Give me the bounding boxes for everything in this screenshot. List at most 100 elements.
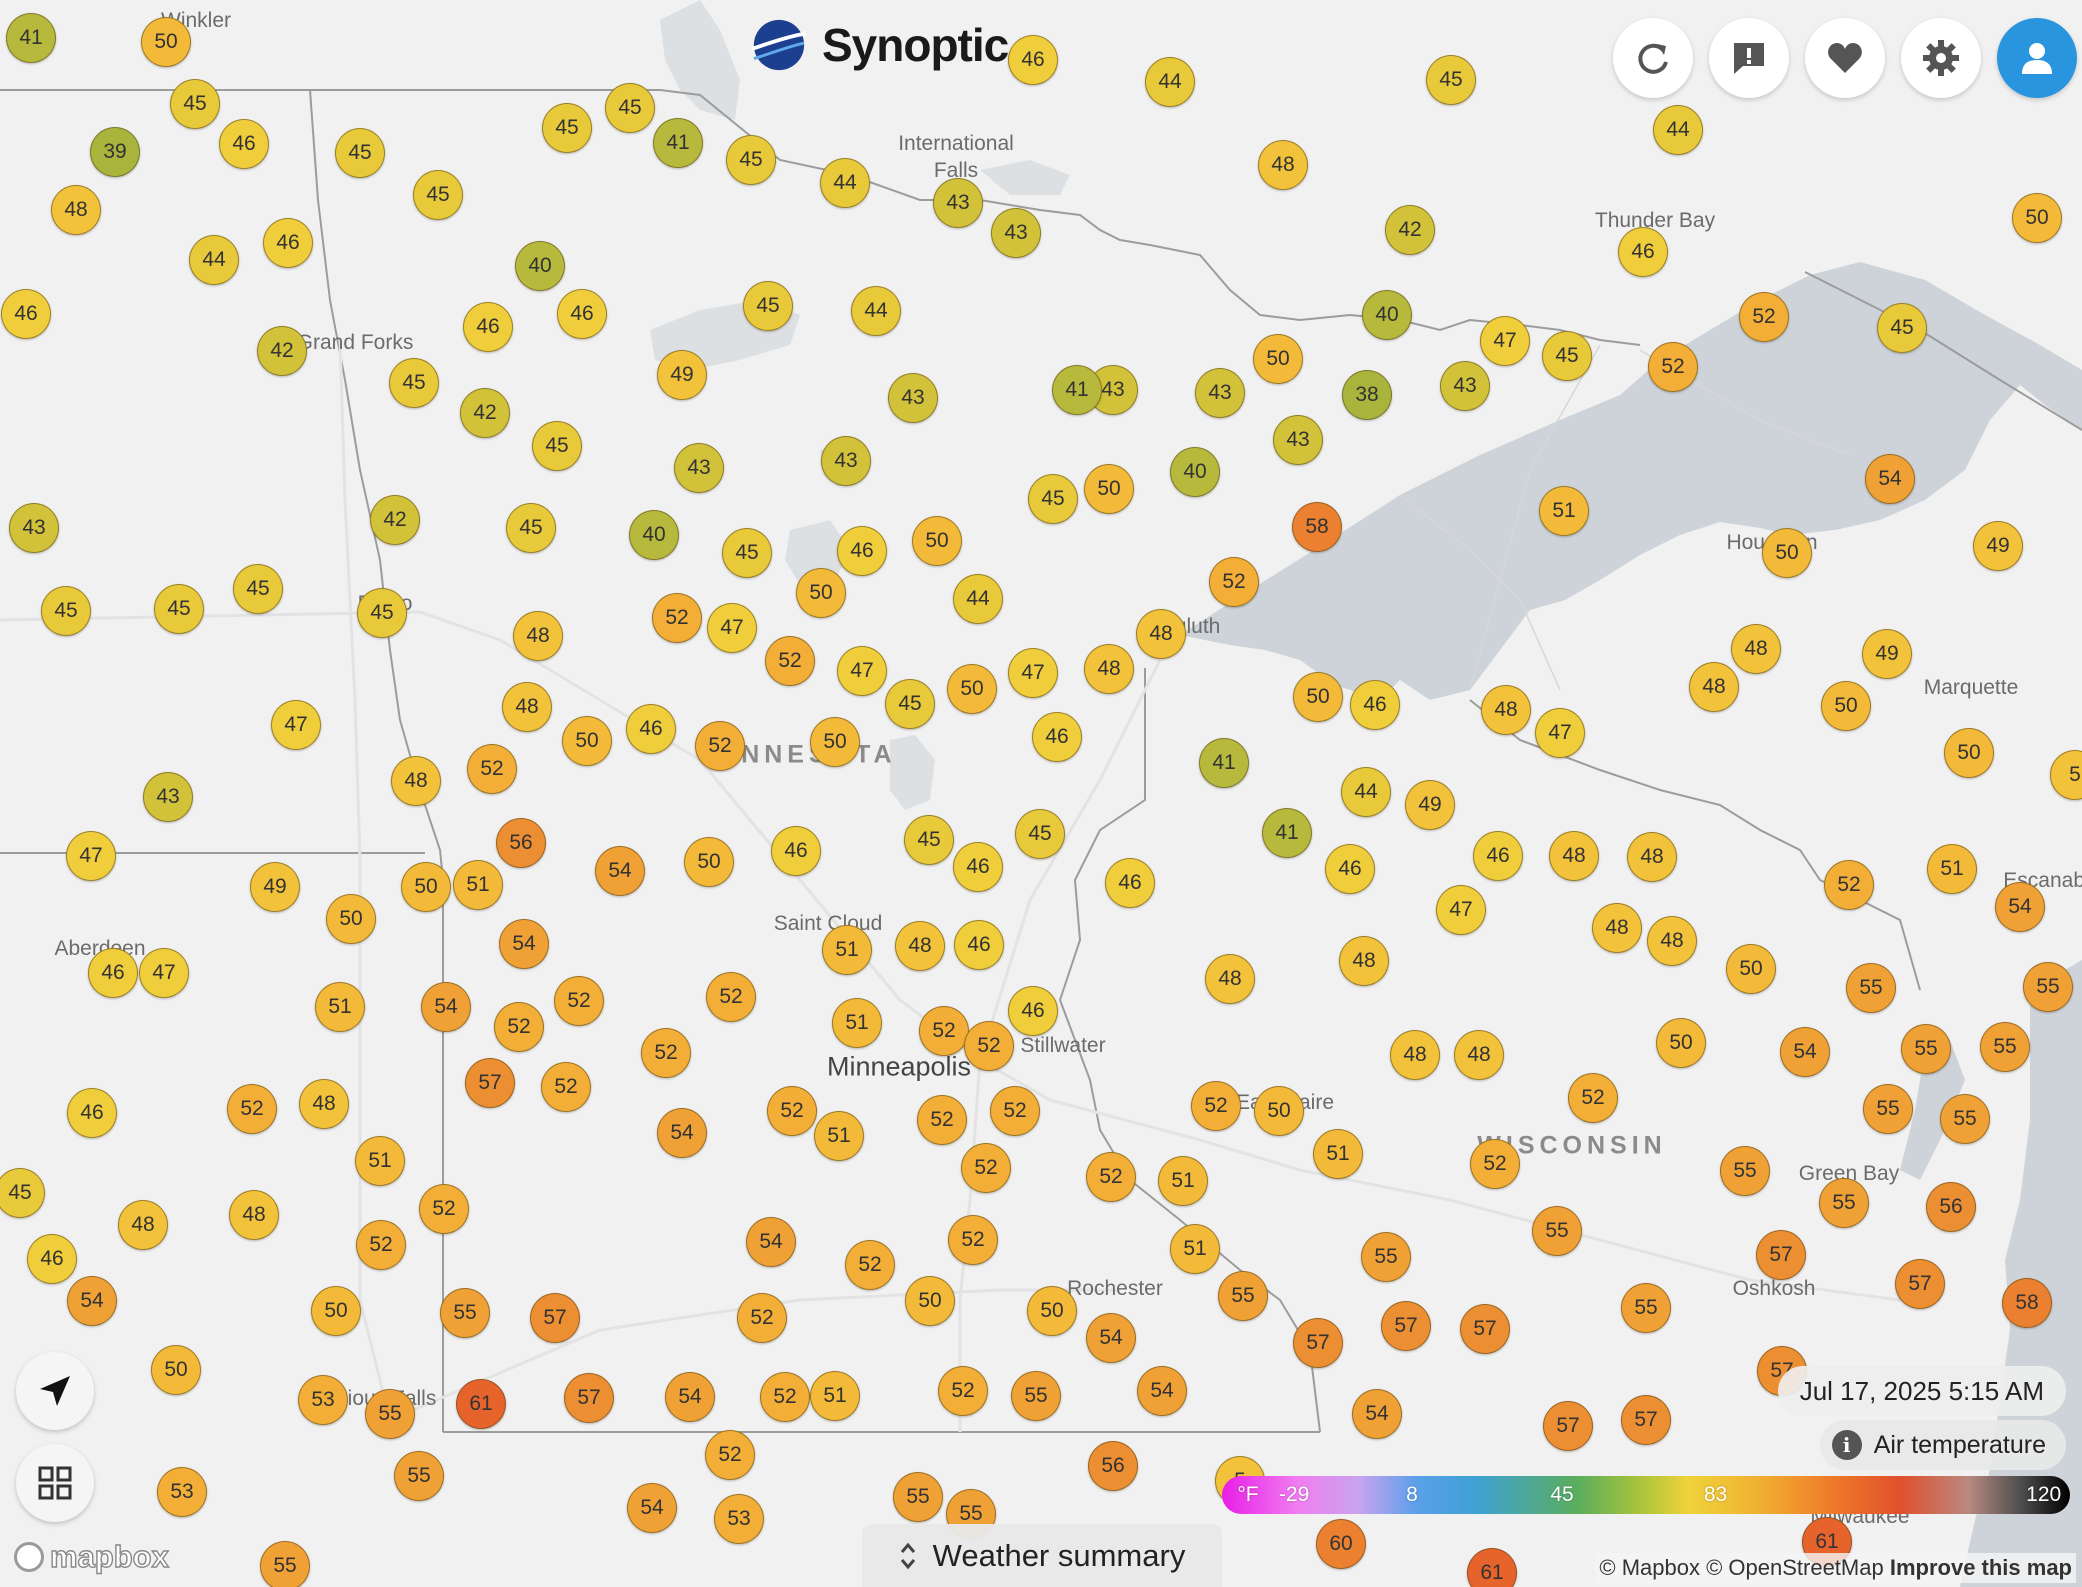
observation-datetime[interactable]: Jul 17, 2025 5:15 AM (1777, 1366, 2066, 1416)
station-temperature-marker[interactable]: 50 (311, 1286, 361, 1336)
station-temperature-marker[interactable]: 48 (1136, 609, 1186, 659)
station-temperature-marker[interactable]: 45 (506, 503, 556, 553)
station-temperature-marker[interactable]: 47 (271, 700, 321, 750)
station-temperature-marker[interactable]: 43 (143, 772, 193, 822)
station-temperature-marker[interactable]: 50 (947, 664, 997, 714)
station-temperature-marker[interactable]: 48 (1205, 954, 1255, 1004)
station-temperature-marker[interactable]: 46 (1105, 858, 1155, 908)
station-temperature-marker[interactable]: 52 (990, 1086, 1040, 1136)
station-temperature-marker[interactable]: 46 (463, 302, 513, 352)
station-temperature-marker[interactable]: 46 (27, 1234, 77, 1284)
station-temperature-marker[interactable]: 48 (1084, 644, 1134, 694)
station-temperature-marker[interactable]: 46 (626, 704, 676, 754)
station-temperature-marker[interactable]: 46 (1008, 986, 1058, 1036)
station-temperature-marker[interactable]: 43 (1195, 368, 1245, 418)
station-temperature-marker[interactable]: 45 (605, 83, 655, 133)
station-temperature-marker[interactable]: 41 (1199, 738, 1249, 788)
station-temperature-marker[interactable]: 52 (419, 1184, 469, 1234)
station-temperature-marker[interactable]: 51 (1170, 1224, 1220, 1274)
station-temperature-marker[interactable]: 48 (118, 1200, 168, 1250)
station-temperature-marker[interactable]: 55 (893, 1472, 943, 1522)
station-temperature-marker[interactable]: 45 (726, 135, 776, 185)
station-temperature-marker[interactable]: 48 (513, 611, 563, 661)
station-temperature-marker[interactable]: 45 (154, 584, 204, 634)
station-temperature-marker[interactable]: 44 (189, 235, 239, 285)
station-temperature-marker[interactable]: 48 (1689, 662, 1739, 712)
station-temperature-marker[interactable]: 46 (67, 1088, 117, 1138)
station-temperature-marker[interactable]: 53 (298, 1375, 348, 1425)
station-temperature-marker[interactable]: 45 (233, 564, 283, 614)
station-temperature-marker[interactable]: 55 (1011, 1371, 1061, 1421)
station-temperature-marker[interactable]: 46 (837, 526, 887, 576)
station-temperature-marker[interactable]: 51 (810, 1371, 860, 1421)
station-temperature-marker[interactable]: 41 (1262, 808, 1312, 858)
station-temperature-marker[interactable]: 54 (1780, 1027, 1830, 1077)
station-temperature-marker[interactable]: 42 (370, 495, 420, 545)
station-temperature-marker[interactable]: 50 (1726, 944, 1776, 994)
station-temperature-marker[interactable]: 53 (714, 1494, 764, 1544)
station-temperature-marker[interactable]: 57 (1895, 1259, 1945, 1309)
station-temperature-marker[interactable]: 50 (1293, 672, 1343, 722)
station-temperature-marker[interactable]: 45 (1015, 809, 1065, 859)
station-temperature-marker[interactable]: 52 (1470, 1139, 1520, 1189)
station-temperature-marker[interactable]: 47 (837, 646, 887, 696)
station-temperature-marker[interactable]: 48 (229, 1190, 279, 1240)
station-temperature-marker[interactable]: 48 (51, 185, 101, 235)
station-temperature-marker[interactable]: 51 (1539, 486, 1589, 536)
station-temperature-marker[interactable]: 49 (657, 350, 707, 400)
station-temperature-marker[interactable]: 41 (1052, 365, 1102, 415)
station-temperature-marker[interactable]: 41 (653, 118, 703, 168)
station-temperature-marker[interactable]: 57 (530, 1293, 580, 1343)
station-temperature-marker[interactable]: 58 (1292, 502, 1342, 552)
improve-map-link[interactable]: Improve this map (1890, 1555, 2072, 1580)
settings-button[interactable] (1901, 18, 1981, 98)
station-temperature-marker[interactable]: 47 (1535, 708, 1585, 758)
station-temperature-marker[interactable]: 50 (796, 568, 846, 618)
station-temperature-marker[interactable]: 50 (1253, 334, 1303, 384)
station-temperature-marker[interactable]: 54 (665, 1372, 715, 1422)
station-temperature-marker[interactable]: 45 (722, 528, 772, 578)
station-temperature-marker[interactable]: 46 (953, 842, 1003, 892)
station-temperature-marker[interactable]: 50 (1821, 681, 1871, 731)
station-temperature-marker[interactable]: 52 (765, 636, 815, 686)
station-temperature-marker[interactable]: 46 (771, 826, 821, 876)
station-temperature-marker[interactable]: 50 (141, 17, 191, 67)
info-icon[interactable]: i (1831, 1430, 1862, 1460)
station-temperature-marker[interactable]: 52 (961, 1143, 1011, 1193)
station-temperature-marker[interactable]: 45 (1877, 303, 1927, 353)
mapbox-logo[interactable]: mapbox (14, 1538, 170, 1575)
station-temperature-marker[interactable]: 49 (1862, 629, 1912, 679)
layers-grid-button[interactable] (16, 1444, 94, 1522)
station-temperature-marker[interactable]: 44 (1653, 105, 1703, 155)
station-temperature-marker[interactable]: 49 (1973, 521, 2023, 571)
station-temperature-marker[interactable]: 52 (919, 1006, 969, 1056)
station-temperature-marker[interactable]: 52 (948, 1215, 998, 1265)
station-temperature-marker[interactable]: 48 (895, 921, 945, 971)
station-temperature-marker[interactable]: 52 (917, 1095, 967, 1145)
station-temperature-marker[interactable]: 46 (954, 920, 1004, 970)
station-temperature-marker[interactable]: 54 (1352, 1389, 1402, 1439)
station-temperature-marker[interactable]: 50 (1084, 464, 1134, 514)
station-temperature-marker[interactable]: 46 (219, 119, 269, 169)
station-temperature-marker[interactable]: 46 (263, 218, 313, 268)
station-temperature-marker[interactable]: 47 (1436, 885, 1486, 935)
station-temperature-marker[interactable]: 52 (541, 1062, 591, 1112)
station-temperature-marker[interactable]: 55 (1218, 1271, 1268, 1321)
station-temperature-marker[interactable]: 55 (260, 1541, 310, 1587)
station-temperature-marker[interactable]: 50 (151, 1345, 201, 1395)
station-temperature-marker[interactable]: 46 (557, 289, 607, 339)
station-temperature-marker[interactable]: 52 (1568, 1073, 1618, 1123)
station-temperature-marker[interactable]: 50 (684, 837, 734, 887)
station-temperature-marker[interactable]: 52 (1824, 860, 1874, 910)
station-temperature-marker[interactable]: 50 (401, 862, 451, 912)
station-temperature-marker[interactable]: 45 (1028, 474, 1078, 524)
station-temperature-marker[interactable]: 52 (737, 1293, 787, 1343)
station-temperature-marker[interactable]: 50 (1027, 1286, 1077, 1336)
station-temperature-marker[interactable]: 57 (1543, 1401, 1593, 1451)
station-temperature-marker[interactable]: 55 (2023, 962, 2073, 1012)
station-temperature-marker[interactable]: 47 (1008, 648, 1058, 698)
station-temperature-marker[interactable]: 55 (1901, 1024, 1951, 1074)
station-temperature-marker[interactable]: 56 (1088, 1441, 1138, 1491)
station-temperature-marker[interactable]: 47 (707, 603, 757, 653)
weather-map[interactable]: Winkler International Falls Thunder Bay Gran… (0, 0, 2082, 1587)
